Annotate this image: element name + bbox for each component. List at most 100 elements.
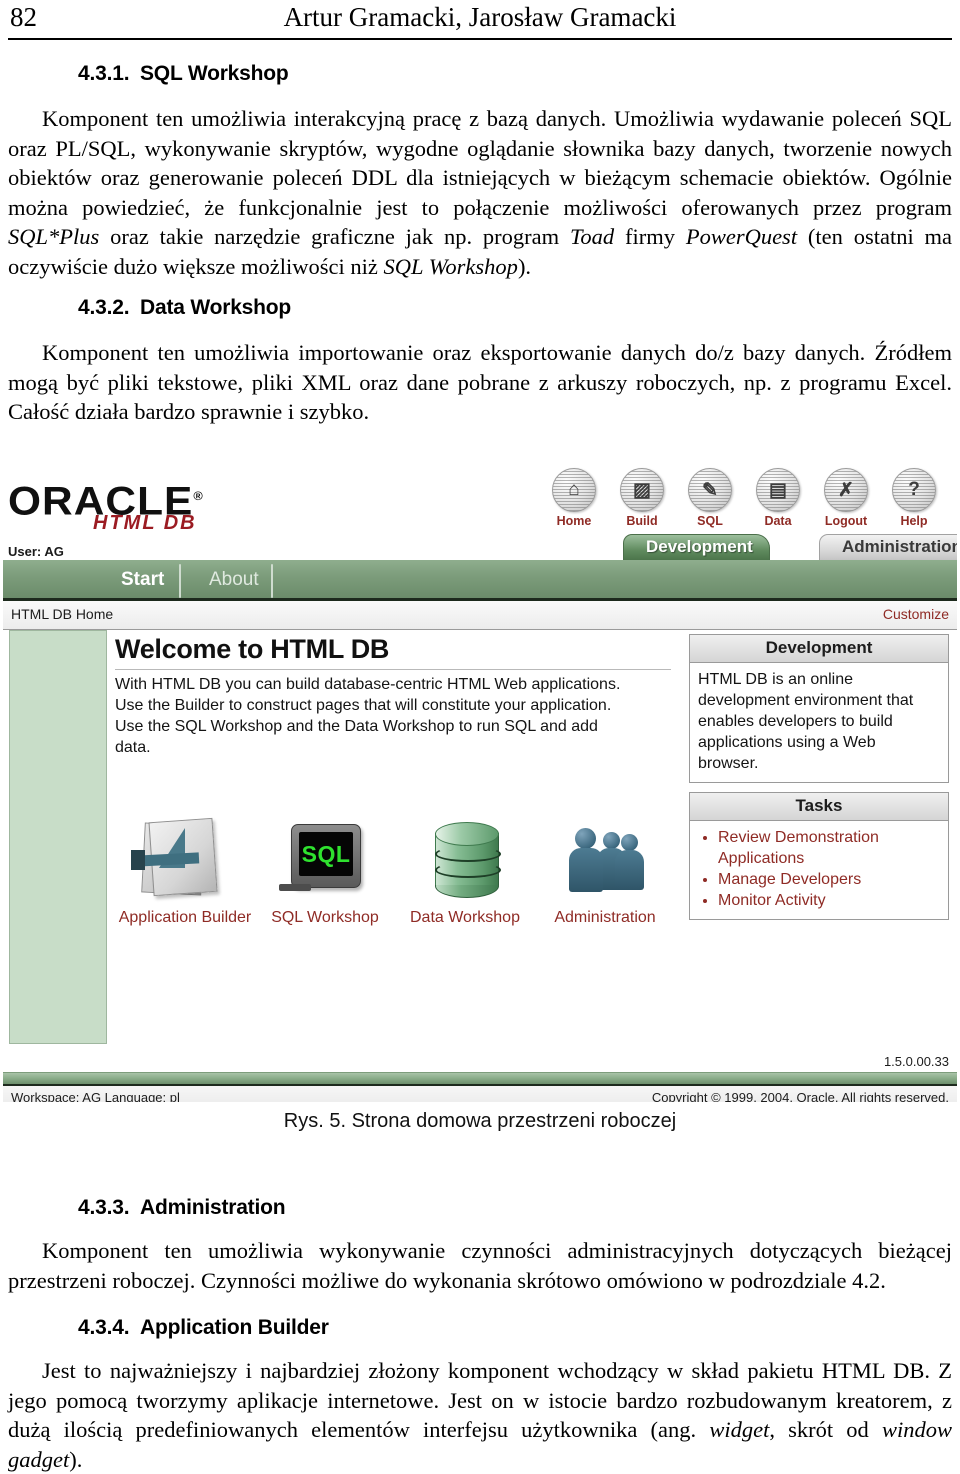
figure-caption: Rys. 5. Strona domowa przestrzeni robocz…	[283, 1110, 677, 1132]
oracle-html-db-screenshot: ORACLE® HTML DB User: AG ⌂ Home ▨ Build …	[3, 462, 957, 1102]
tile-label-administration: Administration	[554, 909, 656, 926]
workspace-language-label: Workspace: AG Language: pl	[11, 1090, 180, 1102]
task-item[interactable]: Monitor Activity	[718, 890, 940, 911]
nav-sql[interactable]: ✎ SQL	[679, 468, 741, 528]
task-item[interactable]: Review Demonstration Applications	[718, 827, 940, 869]
tab-administration[interactable]: Administration	[819, 534, 957, 561]
section-title: Application Builder	[140, 1316, 329, 1339]
version-label: 1.5.0.00.33	[883, 1054, 949, 1069]
tile-sql-workshop[interactable]: SQL SQL Workshop	[255, 812, 395, 927]
paragraph-4-3-3: Komponent ten umożliwia wykonywanie czyn…	[8, 1238, 952, 1293]
tile-label-data-workshop: Data Workshop	[410, 909, 520, 926]
section-title: Data Workshop	[140, 296, 292, 319]
tab-separator	[271, 564, 273, 598]
registered-mark: ®	[193, 489, 204, 503]
person-body-back-2	[615, 850, 644, 890]
home-icon: ⌂	[552, 468, 596, 512]
person-head-back-2	[621, 834, 638, 851]
tile-administration[interactable]: Administration	[535, 812, 675, 927]
nav-logout[interactable]: ✗ Logout	[815, 468, 877, 528]
home-glyph: ⌂	[568, 479, 580, 500]
tile-application-builder[interactable]: Application Builder	[115, 812, 255, 927]
monitor-stand	[279, 884, 311, 891]
database-cylinder-icon	[395, 812, 535, 904]
top-icon-nav: ⌂ Home ▨ Build ✎ SQL ▤ Data ✗ Logout ? H…	[543, 468, 953, 534]
user-line: User: AG	[8, 544, 64, 559]
help-glyph: ?	[908, 479, 920, 500]
build-glyph: ▨	[633, 479, 651, 501]
people-art	[569, 826, 645, 892]
customize-link[interactable]: Customize	[883, 606, 949, 622]
section-title: SQL Workshop	[140, 62, 289, 85]
monitor-body: SQL	[291, 824, 361, 888]
subtab-start[interactable]: Start	[111, 566, 174, 596]
breadcrumb[interactable]: HTML DB Home	[11, 606, 113, 622]
tasks-panel: Tasks Review Demonstration Applications …	[689, 792, 949, 920]
nav-logout-label: Logout	[824, 514, 868, 528]
nav-sql-label: SQL	[697, 514, 723, 528]
db-top	[435, 822, 499, 846]
task-item[interactable]: Manage Developers	[718, 869, 940, 890]
welcome-line-4: data.	[115, 739, 151, 756]
people-group-icon	[535, 812, 675, 904]
development-panel-title: Development	[690, 635, 948, 663]
logout-glyph: ✗	[838, 479, 854, 501]
running-authors: Artur Gramacki, Jarosław Gramacki	[283, 2, 677, 32]
development-panel: Development HTML DB is an online develop…	[689, 634, 949, 783]
sql-icon: ✎	[688, 468, 732, 512]
section-number: 4.3.4.	[78, 1316, 130, 1339]
nav-data-label: Data	[764, 514, 792, 528]
sql-glyph: ✎	[702, 479, 718, 501]
db-ring-2	[435, 862, 501, 878]
left-sidebar	[9, 630, 107, 1044]
paragraph-4-3-1: Komponent ten umożliwia interakcyjną pra…	[8, 106, 953, 279]
welcome-divider	[115, 669, 671, 670]
document-page: 82 Artur Gramacki, Jarosław Gramacki 4.3…	[0, 0, 960, 1472]
header-rule	[8, 38, 952, 40]
ab-knob	[131, 850, 145, 870]
welcome-line-2: Use the Builder to construct pages that …	[115, 697, 612, 714]
data-icon: ▤	[756, 468, 800, 512]
section-title: Administration	[140, 1196, 286, 1219]
tile-data-workshop[interactable]: Data Workshop	[395, 812, 535, 927]
main-action-tiles: Application Builder SQL SQL Workshop Dat…	[115, 812, 675, 942]
subtab-about[interactable]: About	[199, 566, 269, 596]
nav-help[interactable]: ? Help	[883, 468, 945, 528]
paragraph-4-3-2: Komponent ten umożliwia importowanie ora…	[8, 340, 952, 424]
help-icon: ?	[892, 468, 936, 512]
monitor-screen-text: SQL	[299, 832, 353, 876]
nav-help-label: Help	[900, 514, 928, 528]
development-panel-body: HTML DB is an online development environ…	[698, 671, 914, 772]
copyright-label: Copyright © 1999, 2004, Oracle. All righ…	[651, 1090, 949, 1102]
nav-data[interactable]: ▤ Data	[747, 468, 809, 528]
tab-development[interactable]: Development	[623, 534, 770, 561]
section-heading-4-3-2: 4.3.2. Data Workshop	[78, 296, 291, 320]
breadcrumb-row: HTML DB Home Customize	[3, 601, 957, 630]
oracle-logo: ORACLE® HTML DB	[8, 476, 238, 534]
nav-home[interactable]: ⌂ Home	[543, 468, 605, 528]
person-head-back-1	[603, 832, 620, 849]
section-number: 4.3.2.	[78, 296, 130, 319]
footer-band	[3, 1072, 957, 1087]
section-heading-4-3-3: 4.3.3. Administration	[78, 1196, 286, 1220]
content-area: Welcome to HTML DB With HTML DB you can …	[3, 630, 957, 1050]
db-cylinder	[435, 822, 501, 898]
sql-monitor-icon: SQL	[255, 812, 395, 904]
data-glyph: ▤	[769, 479, 787, 501]
nav-build[interactable]: ▨ Build	[611, 468, 673, 528]
running-head: 82 Artur Gramacki, Jarosław Gramacki	[0, 0, 960, 44]
db-ring-1	[435, 846, 501, 862]
paragraph-4-3-4: Jest to najważniejszy i najbardziej złoż…	[8, 1358, 953, 1472]
welcome-title: Welcome to HTML DB	[115, 634, 390, 664]
tasks-panel-body: Review Demonstration Applications Manage…	[690, 821, 948, 919]
logout-icon: ✗	[824, 468, 868, 512]
nav-home-label: Home	[556, 514, 592, 528]
section-number: 4.3.3.	[78, 1196, 130, 1219]
welcome-region: Welcome to HTML DB With HTML DB you can …	[115, 634, 675, 758]
welcome-line-3: Use the SQL Workshop and the Data Worksh…	[115, 718, 598, 735]
tasks-list: Review Demonstration Applications Manage…	[698, 827, 940, 911]
tile-label-application-builder: Application Builder	[118, 909, 252, 926]
application-builder-icon	[115, 812, 255, 904]
welcome-line-1: With HTML DB you can build database-cent…	[115, 676, 621, 693]
tab-separator	[179, 564, 181, 598]
